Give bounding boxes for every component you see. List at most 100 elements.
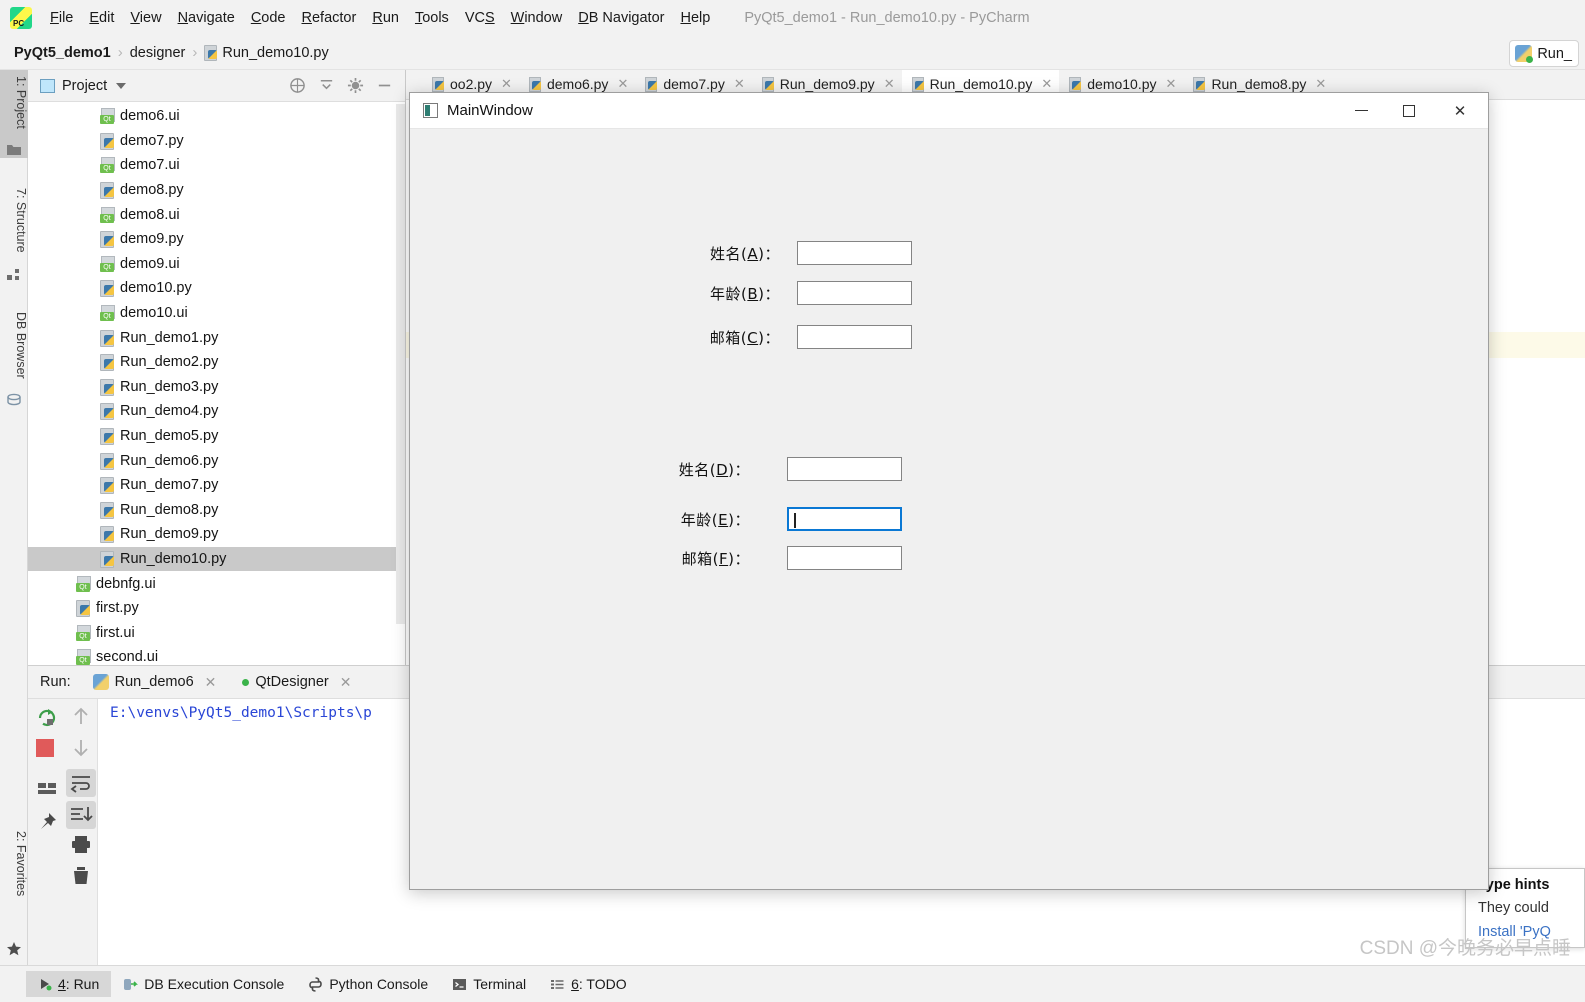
print-icon[interactable] — [70, 833, 92, 855]
menu-items: File Edit View Navigate Code Refactor Run Tools… — [42, 7, 718, 29]
tree-item-run-demo9-py[interactable]: Run_demo9.py — [28, 522, 405, 547]
form-row-bottom-3: 邮箱(F)： — [410, 545, 1490, 571]
breadcrumb-folder[interactable]: designer — [130, 45, 186, 61]
field-input-c[interactable] — [797, 325, 912, 349]
close-icon[interactable]: ✕ — [205, 674, 217, 691]
run-tab-qtdesigner[interactable]: QtDesigner ✕ — [242, 674, 351, 691]
minimize-icon[interactable] — [1338, 93, 1385, 129]
tree-item-run-demo5-py[interactable]: Run_demo5.py — [28, 424, 405, 449]
hide-panel-icon[interactable] — [376, 77, 393, 94]
status-item-terminal[interactable]: Terminal — [440, 971, 538, 997]
close-icon[interactable]: ✕ — [617, 76, 628, 92]
tree-item-demo8-ui[interactable]: demo8.ui — [28, 202, 405, 227]
rerun-icon[interactable] — [36, 707, 58, 729]
close-icon[interactable]: ✕ — [1315, 76, 1326, 92]
project-scrollbar[interactable] — [396, 104, 405, 624]
field-input-b[interactable] — [797, 281, 912, 305]
tree-item-run-demo7-py[interactable]: Run_demo7.py — [28, 473, 405, 498]
tree-item-demo8-py[interactable]: demo8.py — [28, 178, 405, 203]
run-tab-label: QtDesigner — [255, 674, 329, 690]
close-icon[interactable]: ✕ — [1166, 76, 1177, 92]
scroll-to-end-icon[interactable] — [66, 801, 96, 829]
tree-item-demo7-ui[interactable]: demo7.ui — [28, 153, 405, 178]
tree-item-demo6-ui[interactable]: demo6.ui — [28, 104, 405, 129]
mnemonic-letter: D — [716, 460, 729, 479]
menu-refactor[interactable]: Refactor — [294, 7, 365, 29]
tree-item-run-demo1-py[interactable]: Run_demo1.py — [28, 325, 405, 350]
arrow-up-icon[interactable] — [70, 705, 92, 727]
tree-item-demo7-py[interactable]: demo7.py — [28, 129, 405, 154]
menu-window[interactable]: Window — [503, 7, 571, 29]
tree-item-label: Run_demo8.py — [120, 501, 219, 518]
project-file-tree[interactable]: demo6.ui demo7.py demo7.ui demo8.py demo8.ui… — [28, 102, 405, 665]
python-file-icon — [100, 132, 115, 150]
status-item-4-run[interactable]: 4: Run — [26, 971, 112, 997]
run-tab-run-demo6[interactable]: Run_demo6 ✕ — [92, 674, 217, 691]
layout-icon[interactable] — [36, 777, 58, 799]
breadcrumb-project[interactable]: PyQt5_demo1 — [14, 45, 111, 61]
tree-item-first-ui[interactable]: first.ui — [28, 620, 405, 645]
pycharm-logo-icon — [10, 7, 32, 29]
arrow-down-icon[interactable] — [70, 737, 92, 759]
menu-vcs[interactable]: VCS — [457, 7, 503, 29]
tree-item-run-demo10-py[interactable]: Run_demo10.py — [28, 546, 405, 572]
close-icon[interactable]: ✕ — [884, 76, 895, 92]
tree-item-run-demo3-py[interactable]: Run_demo3.py — [28, 375, 405, 400]
mainwindow-dialog[interactable]: MainWindow ✕ 姓名(A)： 年龄(B)： 邮箱(C)： 姓名(D)： 年龄(… — [409, 92, 1489, 890]
run-button[interactable]: Run_ — [1509, 40, 1579, 67]
menu-tools[interactable]: Tools — [407, 7, 457, 29]
tree-item-demo10-py[interactable]: demo10.py — [28, 276, 405, 301]
status-item-db-execution-console[interactable]: DB Execution Console — [111, 971, 296, 997]
menu-help[interactable]: Help — [672, 7, 718, 29]
tree-item-second-ui[interactable]: second.ui — [28, 645, 405, 665]
trash-icon[interactable] — [70, 865, 92, 887]
todo-list-icon — [550, 977, 565, 992]
tree-item-run-demo4-py[interactable]: Run_demo4.py — [28, 399, 405, 424]
close-icon[interactable]: ✕ — [1041, 76, 1052, 92]
field-input-e[interactable] — [787, 507, 902, 531]
close-icon[interactable]: ✕ — [734, 76, 745, 92]
tree-item-run-demo6-py[interactable]: Run_demo6.py — [28, 448, 405, 473]
status-item-6-todo[interactable]: 6: TODO — [538, 971, 639, 997]
settings-gear-icon[interactable] — [347, 77, 364, 94]
menu-navigate[interactable]: Navigate — [170, 7, 243, 29]
menu-edit[interactable]: Edit — [81, 7, 122, 29]
menu-code[interactable]: Code — [243, 7, 294, 29]
editor-tab-label: demo6.py — [546, 76, 609, 92]
close-icon[interactable]: ✕ — [501, 76, 512, 92]
menu-bar: FileEditViewNavigateCodeRefactorRunTools… — [0, 0, 1585, 36]
stop-icon[interactable] — [36, 739, 54, 757]
mainwindow-app-icon — [423, 103, 438, 118]
menu-view[interactable]: View — [122, 7, 169, 29]
breadcrumb-file[interactable]: Run_demo10.py — [222, 45, 328, 61]
tree-item-first-py[interactable]: first.py — [28, 596, 405, 621]
status-item-python-console[interactable]: Python Console — [296, 971, 440, 997]
tree-item-demo10-ui[interactable]: demo10.ui — [28, 301, 405, 326]
dialog-title-bar[interactable]: MainWindow ✕ — [410, 93, 1488, 129]
form-row-top-2: 年龄(B)： — [410, 280, 1490, 306]
python-file-icon — [100, 231, 115, 249]
chevron-down-icon[interactable] — [116, 82, 127, 89]
collapse-all-icon[interactable] — [318, 77, 335, 94]
tree-item-demo9-ui[interactable]: demo9.ui — [28, 252, 405, 277]
tree-item-label: demo10.ui — [120, 305, 188, 322]
tree-item-debnfg-ui[interactable]: debnfg.ui — [28, 571, 405, 596]
menu-file[interactable]: File — [42, 7, 81, 29]
tree-item-run-demo2-py[interactable]: Run_demo2.py — [28, 350, 405, 375]
field-input-d[interactable] — [787, 457, 902, 481]
target-icon[interactable] — [289, 77, 306, 94]
sidebar-item-favorites[interactable]: 2: Favorites — [0, 825, 28, 925]
field-input-a[interactable] — [797, 241, 912, 265]
menu-db-navigator[interactable]: DB Navigator — [570, 7, 672, 29]
tree-item-run-demo8-py[interactable]: Run_demo8.py — [28, 498, 405, 523]
run-button-label: Run_ — [1537, 45, 1572, 62]
close-icon[interactable]: ✕ — [340, 674, 352, 691]
tree-item-demo9-py[interactable]: demo9.py — [28, 227, 405, 252]
sidebar-item-db-browser[interactable]: DB Browser — [0, 306, 28, 406]
maximize-icon[interactable] — [1385, 93, 1432, 129]
close-icon[interactable]: ✕ — [1432, 93, 1488, 129]
field-input-f[interactable] — [787, 546, 902, 570]
soft-wrap-icon[interactable] — [66, 769, 96, 797]
pin-icon[interactable] — [36, 811, 58, 833]
menu-run[interactable]: Run — [364, 7, 407, 29]
